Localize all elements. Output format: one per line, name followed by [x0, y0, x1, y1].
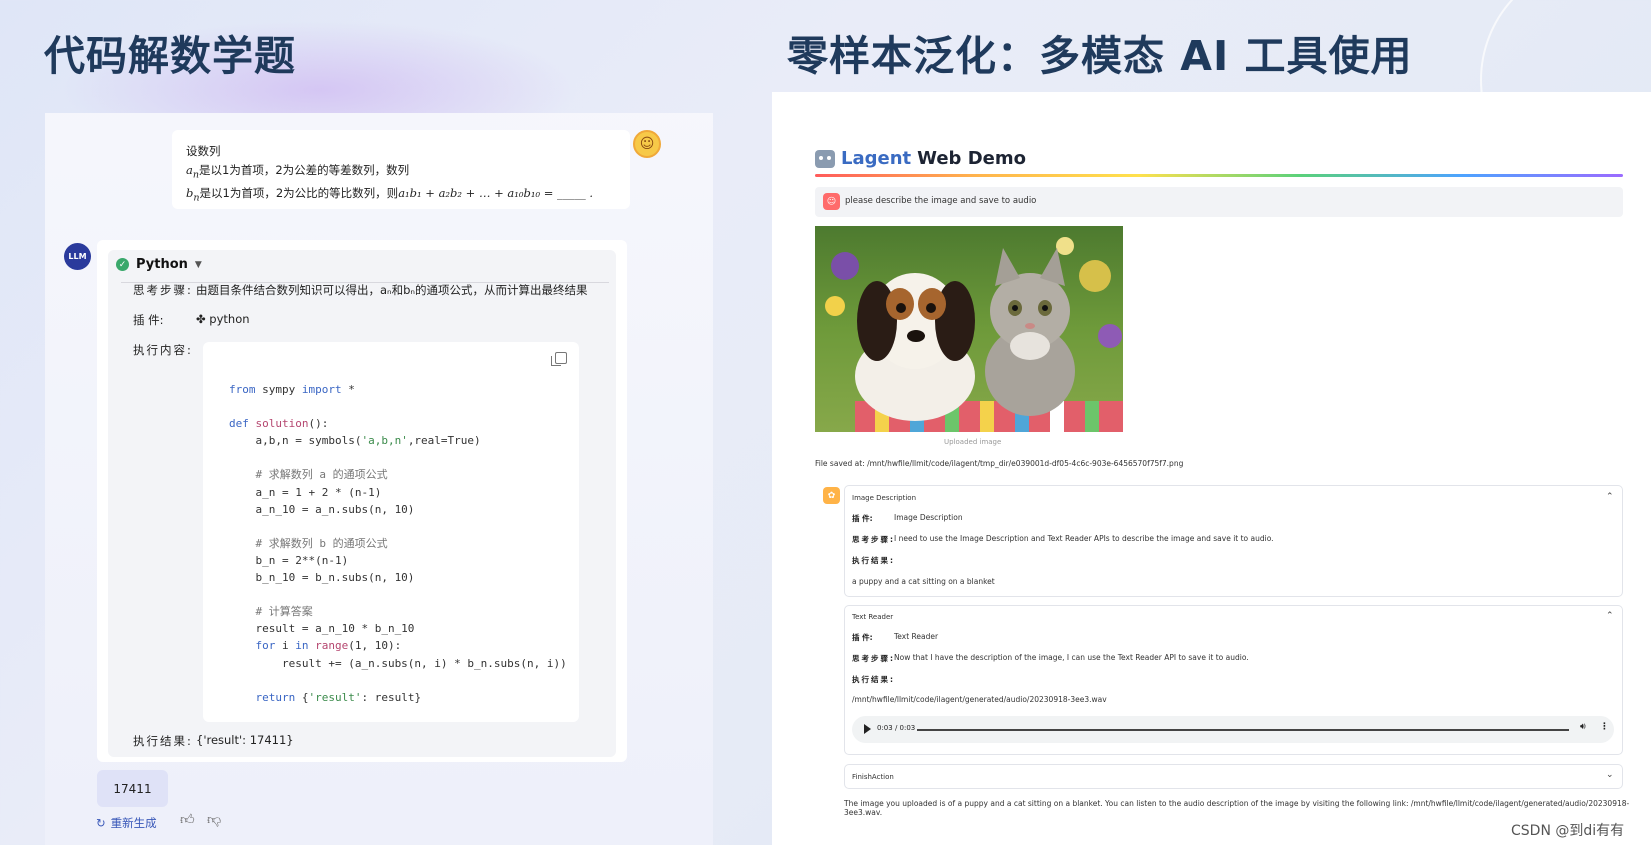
code-line: result = a_n_10 * b_n_10: [255, 622, 415, 636]
plugin-value: ✤ python: [196, 312, 250, 326]
plugin-value: Text Reader: [894, 632, 939, 641]
code-line: b_n = 2**(n-1): [255, 553, 349, 567]
code-line: # 计算答案: [229, 605, 313, 619]
final-answer-text: The image you uploaded is of a puppy and…: [844, 799, 1630, 817]
refresh-icon: ↻: [96, 816, 106, 830]
user-prompt-text: please describe the image and save to au…: [845, 196, 1037, 206]
right-heading: 零样本泛化：多模态 AI 工具使用: [787, 32, 1413, 80]
user-message-line3: bn是以1为首项，2为公比的等比数列，则a₁b₁ + a₂b₂ + … + a₁…: [186, 186, 594, 204]
thought-label: 思考步骤:: [133, 283, 193, 297]
chevron-down-icon[interactable]: ⌄: [1606, 770, 1614, 780]
code-line: from sympy import *: [229, 383, 355, 396]
exec-label: 执行结果:: [852, 556, 895, 565]
plugin-label: 插 件:: [133, 313, 164, 327]
thought-label: 思考步骤:: [852, 654, 895, 663]
user-message: 设数列 an是以1为首项，2为公差的等差数列，数列 bn是以1为首项，2为公比的…: [172, 130, 630, 209]
llm-avatar: LLM: [64, 243, 91, 270]
uploaded-image: [815, 226, 1123, 432]
code-line: result += (a_n.subs(n, i) * b_n.subs(n, …: [281, 656, 567, 670]
exec-value: a puppy and a cat sitting on a blanket: [852, 577, 995, 586]
exec-label: 执行内容:: [133, 343, 193, 357]
expander-title[interactable]: Image Description: [852, 494, 916, 502]
demo-title-accent: Lagent: [841, 148, 912, 169]
exec-label: 执行结果:: [852, 675, 895, 684]
chevron-up-icon[interactable]: ⌃: [1606, 492, 1614, 502]
code-line: for i in range(1, 10):: [255, 639, 402, 653]
expander-title[interactable]: Text Reader: [852, 613, 893, 621]
user-avatar-icon: ☺: [823, 193, 840, 210]
chevron-down-icon[interactable]: ▼: [195, 260, 202, 270]
plugin-label: 插 件:: [852, 514, 873, 523]
watermark: CSDN @到di有有: [1511, 823, 1625, 839]
thought-value: I need to use the Image Description and …: [894, 534, 1274, 543]
thought-label: 思考步骤:: [852, 535, 895, 544]
thumbs-up-icon[interactable]: 👍︎: [180, 811, 195, 828]
thought-value: 由题目条件结合数列知识可以得出，aₙ和bₙ的通项公式，从而计算出最终结果: [196, 283, 588, 297]
code-line: def solution():: [229, 417, 329, 431]
user-message-line1: 设数列: [186, 144, 221, 158]
exec-value: /mnt/hwfile/llmit/code/ilagent/generated…: [852, 695, 1107, 704]
file-saved-text: File saved at: /mnt/hwfile/llmit/code/il…: [815, 459, 1184, 468]
success-check-icon: ✓: [116, 258, 129, 271]
tool-call-title: Python: [136, 257, 188, 272]
thumbs-down-icon[interactable]: 👎︎: [207, 811, 221, 828]
plugin-label: 插 件:: [852, 633, 873, 642]
audio-time: 0:03 / 0:03: [877, 724, 916, 732]
demo-title-rest: Web Demo: [917, 148, 1026, 169]
code-line: return {'result': result}: [255, 690, 422, 704]
left-heading: 代码解数学题: [44, 32, 296, 80]
robot-icon: [815, 149, 835, 168]
code-line: a,b,n = symbols('a,b,n',real=True): [229, 434, 481, 448]
result-value: {'result': 17411}: [196, 733, 294, 747]
code-line: # 求解数列 a 的通项公式: [229, 468, 388, 482]
bot-avatar-icon: ✿: [823, 487, 840, 504]
user-message-line2: an是以1为首项，2为公差的等差数列，数列: [186, 163, 410, 181]
puzzle-icon: ✤: [196, 312, 210, 326]
code-content: from sympy import * def solution(): a,b,…: [229, 381, 567, 706]
chevron-up-icon[interactable]: ⌃: [1606, 611, 1614, 621]
tool-call-header[interactable]: ✓ Python ▼: [116, 257, 202, 272]
demo-title: Lagent Web Demo: [815, 148, 1026, 169]
result-label: 执行结果:: [133, 734, 193, 748]
thought-value: Now that I have the description of the i…: [894, 653, 1249, 662]
volume-icon[interactable]: 🔊︎: [1580, 722, 1586, 732]
copy-icon[interactable]: [551, 352, 567, 366]
code-line: a_n = 1 + 2 * (n-1): [255, 485, 382, 499]
final-answer: 17411: [97, 770, 168, 807]
title-gradient-bar: [815, 174, 1623, 177]
regenerate-button[interactable]: ↻ 重新生成: [96, 815, 157, 831]
regenerate-label: 重新生成: [110, 816, 157, 830]
more-options-icon[interactable]: ⋮: [1600, 722, 1609, 732]
image-caption: Uploaded image: [944, 438, 1002, 446]
code-line: # 求解数列 b 的通项公式: [229, 536, 388, 550]
code-line: a_n_10 = a_n.subs(n, 10): [255, 502, 415, 516]
expander-finish-action: [844, 764, 1623, 789]
code-line: b_n_10 = b_n.subs(n, 10): [255, 571, 415, 585]
plugin-value: Image Description: [894, 513, 963, 522]
user-avatar-icon: ☺: [633, 130, 661, 158]
audio-progress-bar[interactable]: [917, 729, 1569, 731]
play-icon[interactable]: [864, 724, 871, 734]
expander-title[interactable]: FinishAction: [852, 773, 894, 781]
